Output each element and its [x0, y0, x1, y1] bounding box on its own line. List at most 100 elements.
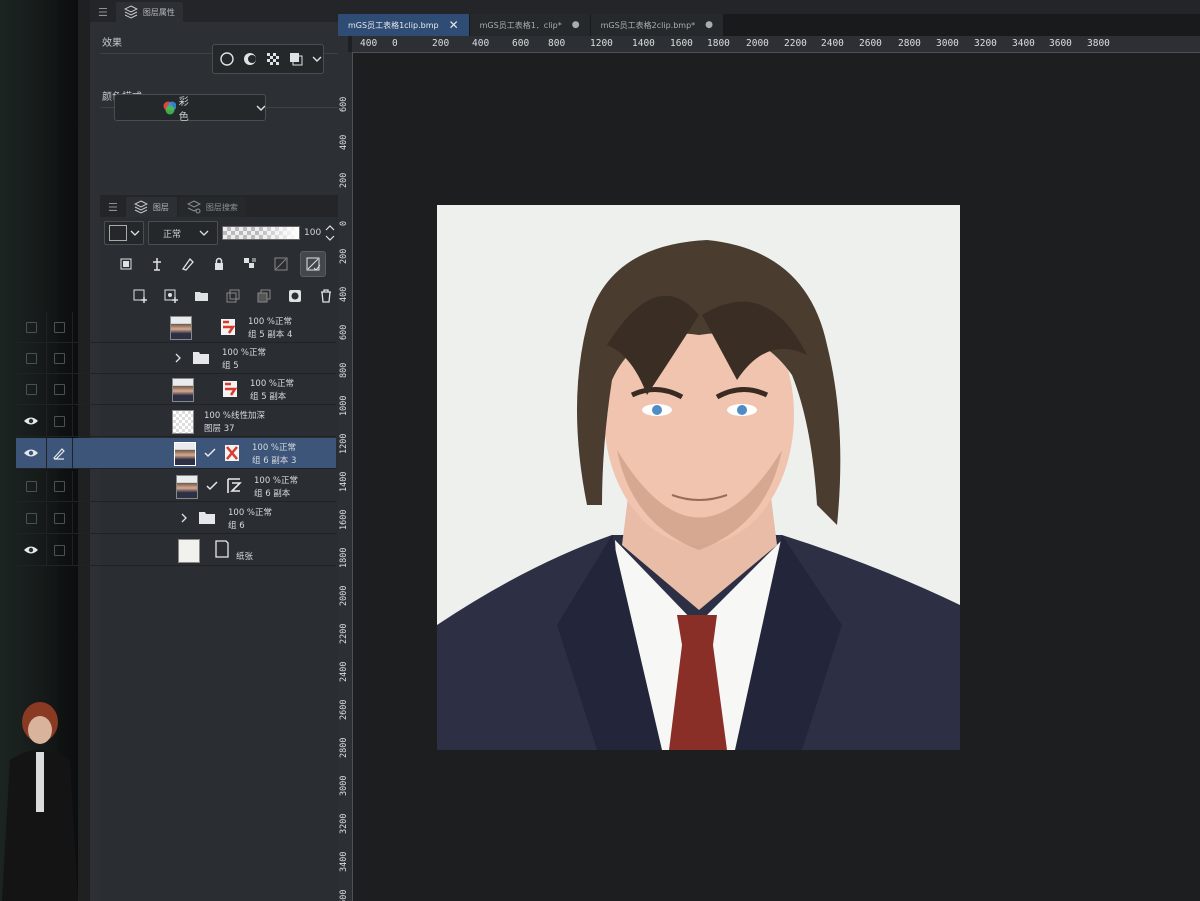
- document-tab-label: mGS员工表格2clip.bmp*: [600, 20, 696, 30]
- transfer-down-icon[interactable]: [221, 284, 245, 308]
- merge-down-icon[interactable]: [252, 284, 276, 308]
- document-tab[interactable]: mGS员工表格1．clip* ●: [469, 14, 590, 36]
- layer-color-dropdown[interactable]: [104, 221, 144, 245]
- edit-target-toggle[interactable]: [46, 438, 73, 468]
- visibility-toggle[interactable]: [16, 374, 47, 404]
- layer-row[interactable]: 100 %正常 组 5 副本 4: [16, 312, 336, 343]
- layer-row[interactable]: 纸张: [16, 535, 336, 566]
- effect-buttons: [212, 44, 324, 74]
- layer-thumbnail: [176, 475, 198, 499]
- layer-row[interactable]: 100 %线性加深 图层 37: [16, 406, 336, 437]
- new-raster-layer-icon[interactable]: [128, 284, 152, 308]
- lock-layer-icon[interactable]: [207, 252, 231, 276]
- checkmark-icon: [204, 448, 216, 458]
- reference-layer-icon[interactable]: [145, 252, 169, 276]
- unsaved-dot-icon[interactable]: ●: [705, 20, 713, 30]
- edit-target-toggle[interactable]: [46, 312, 73, 342]
- edit-target-toggle[interactable]: [46, 535, 73, 565]
- visibility-toggle[interactable]: [16, 535, 47, 565]
- tab-layers-label: 图层: [152, 202, 169, 212]
- visibility-toggle[interactable]: [16, 406, 47, 436]
- layer-row-selected[interactable]: 100 %正常 组 6 副本 3: [16, 438, 336, 469]
- checkbox-icon: [53, 415, 65, 427]
- ruler-top-tick-label: 200: [432, 38, 450, 49]
- ruler-left-tick-label: 2000: [339, 585, 349, 606]
- visibility-toggle[interactable]: [16, 438, 47, 468]
- layer-thumbnail: [174, 442, 196, 466]
- layer-name: 组 5: [222, 361, 239, 371]
- edit-target-toggle[interactable]: [46, 503, 73, 533]
- expand-chevron-icon[interactable]: [174, 353, 182, 363]
- panel-menu-icon[interactable]: ☰: [98, 6, 114, 22]
- layer-row[interactable]: 100 %正常 组 5 副本: [16, 374, 336, 405]
- checkbox-icon: [53, 352, 65, 364]
- tab-layer-search[interactable]: 图层搜索: [178, 197, 246, 217]
- folder-icon: [199, 512, 215, 524]
- clip-layer-icon[interactable]: [114, 252, 138, 276]
- chevron-down-icon: [130, 230, 140, 236]
- new-folder-icon[interactable]: [190, 284, 214, 308]
- layer-blend: 100 %正常: [252, 443, 297, 453]
- blend-mode-select[interactable]: 正常: [148, 221, 218, 245]
- ruler-left-tick-label: 1800: [339, 547, 349, 568]
- expand-chevron-icon[interactable]: [180, 513, 188, 523]
- create-mask-icon[interactable]: [283, 284, 307, 308]
- visibility-toggle[interactable]: [16, 471, 47, 501]
- ruler-range-icon[interactable]: [300, 251, 326, 277]
- color-mode-value: 彩色: [178, 96, 189, 123]
- ruler-top-tick-label: 0: [392, 38, 398, 49]
- ruler-left-tick-label: 400: [339, 134, 349, 150]
- checkbox-icon: [25, 352, 37, 364]
- layer-thumbnail: [178, 539, 200, 563]
- panel-menu-icon[interactable]: ☰: [108, 201, 124, 217]
- layer-row[interactable]: 100 %正常 组 5: [16, 343, 336, 374]
- ruler-left-tick-label: 600: [339, 96, 349, 112]
- tone-icon[interactable]: [265, 51, 281, 67]
- tab-layer-search-label: 图层搜索: [205, 202, 238, 212]
- mask-disabled-icon: [221, 319, 236, 335]
- ruler-left-tick-label: 3000: [339, 775, 349, 796]
- tab-layers[interactable]: 图层: [125, 197, 177, 217]
- layer-name: 组 6 副本 3: [252, 456, 297, 466]
- new-vector-layer-icon[interactable]: [159, 284, 183, 308]
- checkbox-icon: [53, 480, 65, 492]
- visibility-toggle[interactable]: [16, 312, 47, 342]
- unsaved-dot-icon[interactable]: ●: [572, 20, 580, 30]
- eye-icon: [24, 546, 38, 554]
- document-tab[interactable]: mGS员工表格1clip.bmp ✕: [338, 14, 469, 36]
- opacity-stepper-icon[interactable]: [325, 224, 335, 242]
- mask-disabled-icon: [223, 381, 238, 397]
- visibility-toggle[interactable]: [16, 343, 47, 373]
- layer-color-icon[interactable]: [288, 51, 304, 67]
- opacity-value[interactable]: 100: [304, 228, 321, 238]
- layer-thumbnail: [172, 378, 194, 402]
- ruler-left-tick-label: 2600: [339, 699, 349, 720]
- color-mode-select[interactable]: 彩色: [114, 94, 266, 123]
- document-tab[interactable]: mGS员工表格2clip.bmp* ●: [590, 14, 724, 36]
- layer-blend: 100 %正常: [222, 348, 267, 358]
- blend-mode-value: 正常: [163, 229, 182, 240]
- edit-target-toggle[interactable]: [46, 374, 73, 404]
- ruler-top-tick-label: 2600: [859, 38, 882, 49]
- enable-mask-icon[interactable]: [269, 252, 293, 276]
- delete-layer-icon[interactable]: [314, 284, 338, 308]
- chevron-down-icon[interactable]: [311, 53, 323, 65]
- tab-layer-property[interactable]: 图层属性: [115, 2, 183, 22]
- checkbox-icon: [53, 383, 65, 395]
- layer-row[interactable]: 100 %正常 组 6: [16, 503, 336, 534]
- visibility-toggle[interactable]: [16, 503, 47, 533]
- layer-blend: 100 %正常: [254, 476, 299, 486]
- edit-target-toggle[interactable]: [46, 471, 73, 501]
- opacity-slider[interactable]: [222, 226, 300, 240]
- close-icon[interactable]: ✕: [449, 18, 459, 32]
- border-effect-icon[interactable]: [219, 51, 235, 67]
- chevron-down-icon: [199, 230, 209, 236]
- extract-line-icon[interactable]: [242, 51, 258, 67]
- edit-target-toggle[interactable]: [46, 406, 73, 436]
- layer-search-icon: [186, 200, 201, 214]
- canvas-artwork[interactable]: [437, 205, 960, 750]
- lock-transparent-icon[interactable]: [238, 252, 262, 276]
- layer-row[interactable]: 100 %正常 组 6 副本: [16, 471, 336, 502]
- draft-layer-icon[interactable]: [176, 252, 200, 276]
- edit-target-toggle[interactable]: [46, 343, 73, 373]
